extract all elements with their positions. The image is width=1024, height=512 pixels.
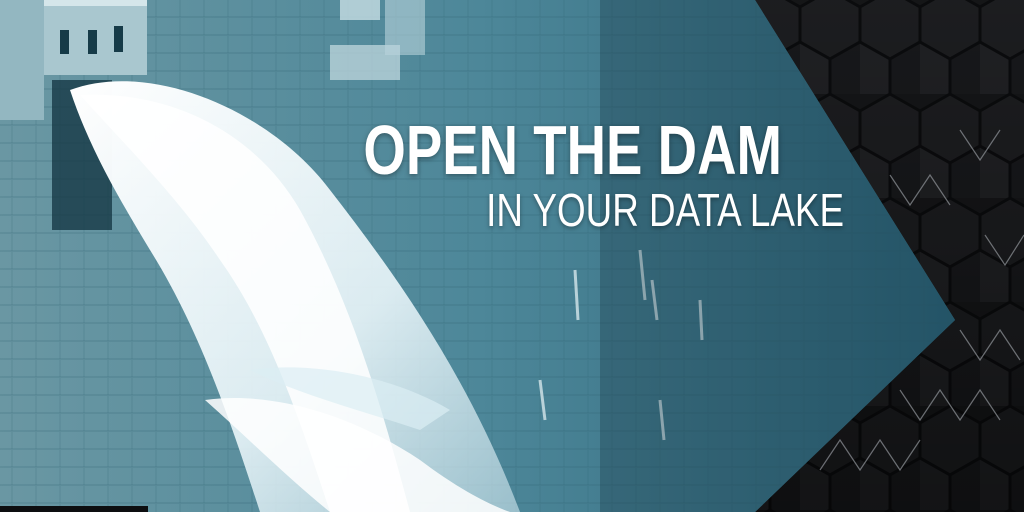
corner-bar	[0, 506, 148, 512]
hero-banner: OPEN THE DAM IN YOUR DATA LAKE	[0, 0, 1024, 512]
subheadline: IN YOUR DATA LAKE	[486, 184, 844, 236]
headline: OPEN THE DAM	[363, 111, 782, 189]
